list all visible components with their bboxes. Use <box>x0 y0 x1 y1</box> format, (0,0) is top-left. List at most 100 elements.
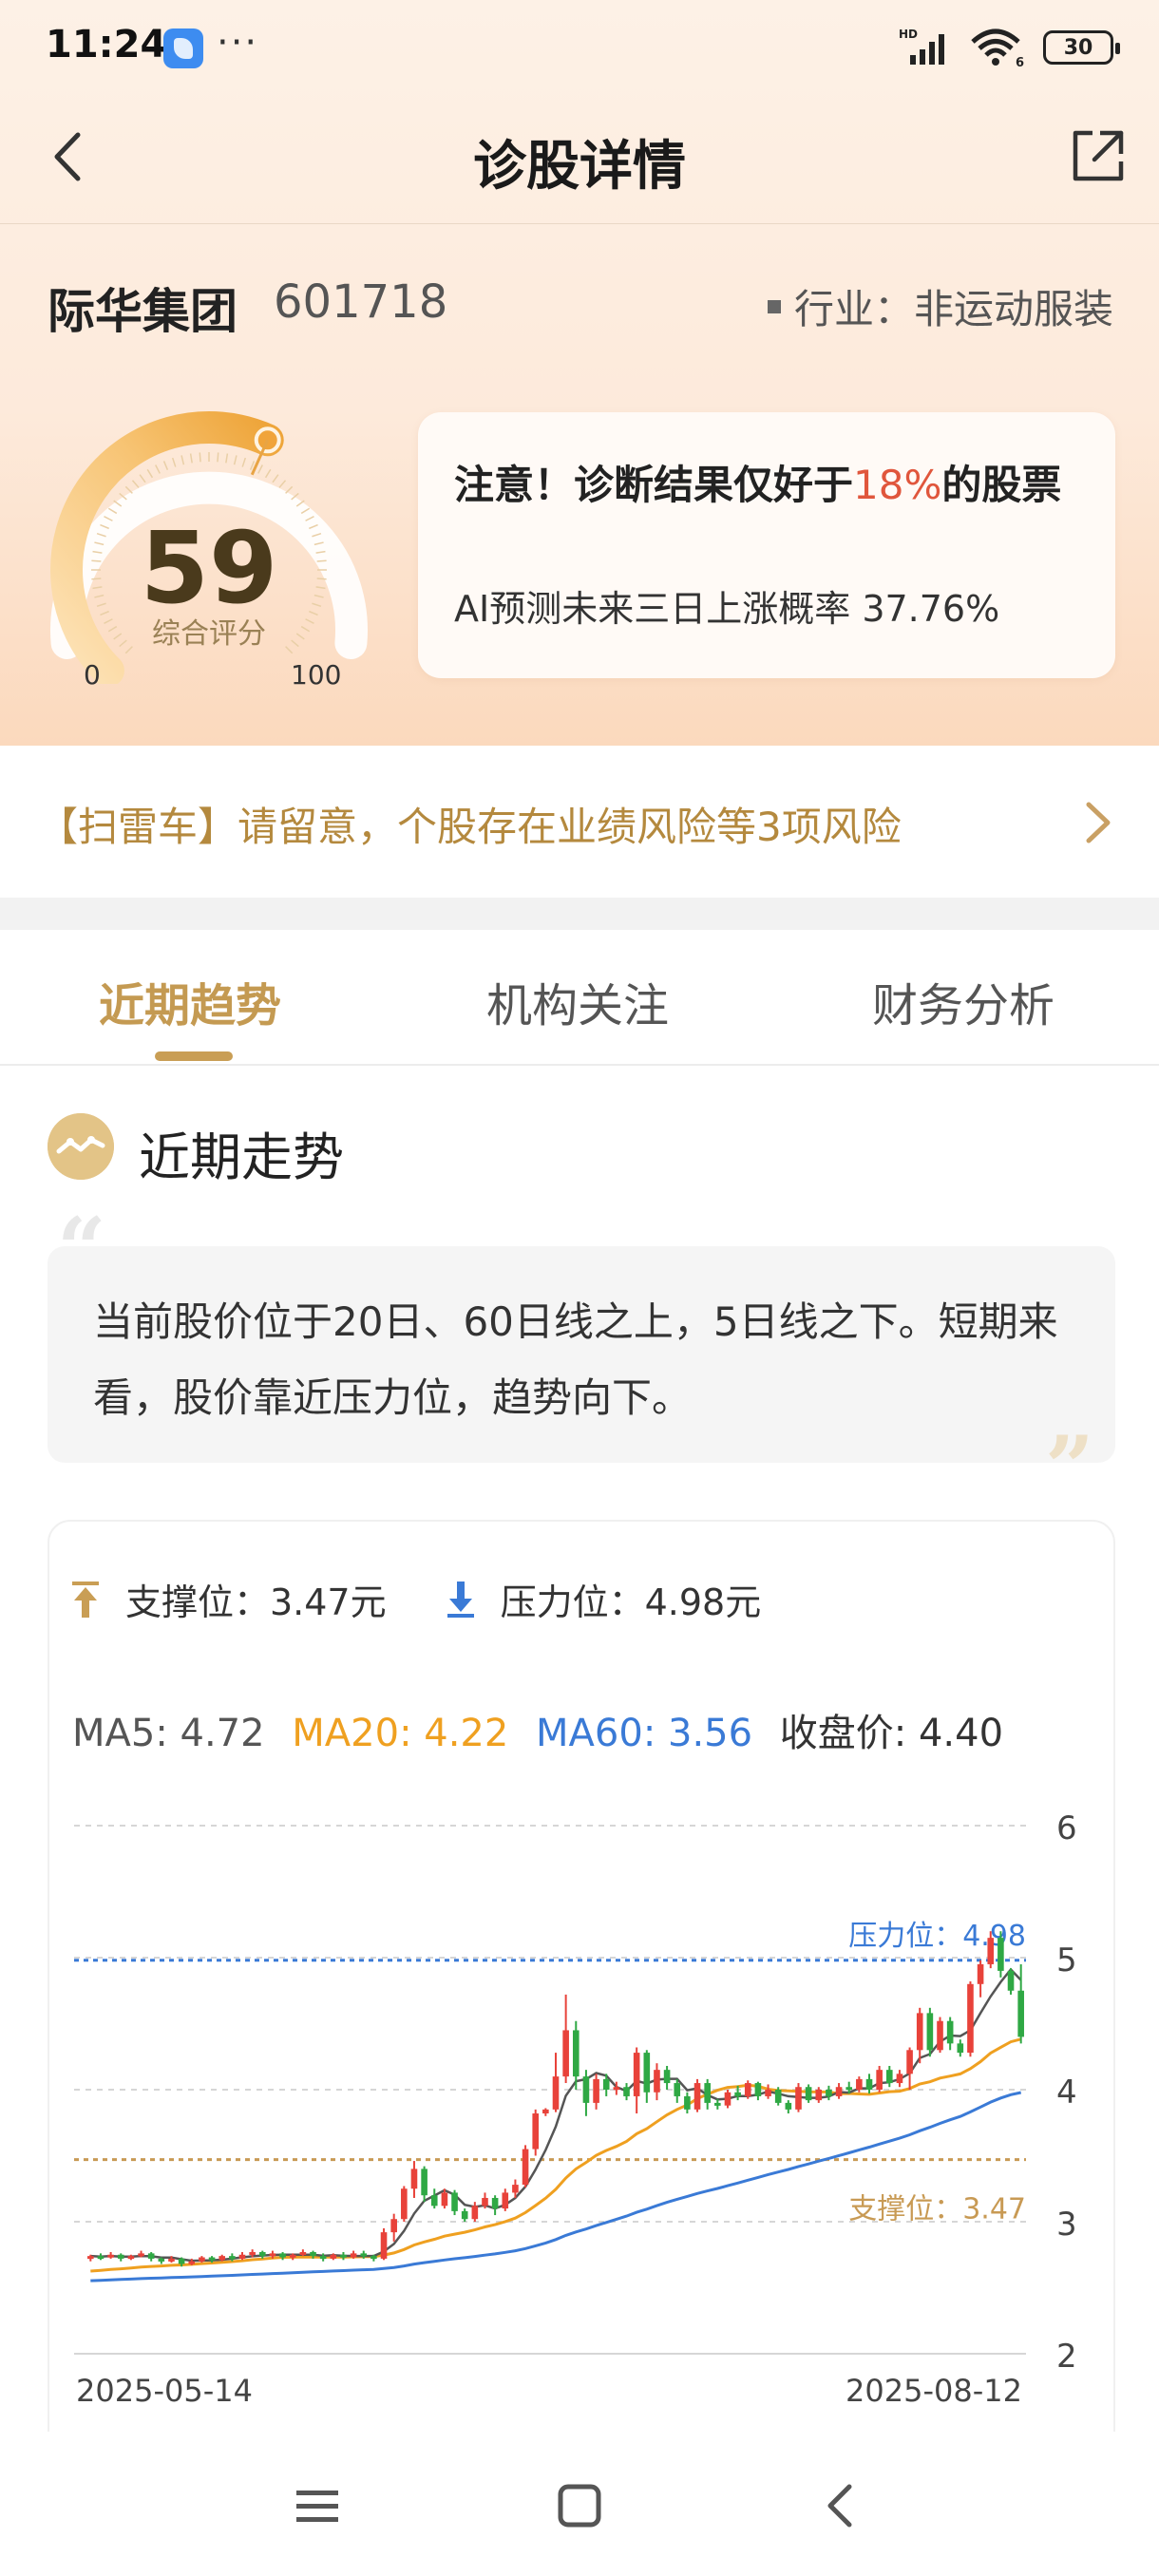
candle-body <box>593 2078 599 2103</box>
quote-close-icon: ” <box>1045 1417 1094 1518</box>
candle-body <box>390 2219 397 2233</box>
network-label: HD <box>899 28 918 41</box>
candle-body <box>471 2206 479 2220</box>
diagnosis-highlight: 18% <box>853 462 942 508</box>
support-label: 支撑位：3.47元 <box>125 1582 387 1623</box>
gauge-min: 0 <box>84 659 101 691</box>
candle-body <box>795 2087 802 2110</box>
candle-body <box>430 2195 438 2207</box>
battery-icon: 30 <box>1043 30 1120 65</box>
chart-card: 支撑位：3.47元 压力位：4.98元 MA5: 4.72 MA20: 4.22… <box>48 1520 1115 2527</box>
candle-body <box>946 2020 954 2044</box>
candle-body <box>482 2197 488 2207</box>
candle-body <box>846 2087 853 2091</box>
candle-body <box>360 2253 368 2257</box>
gauge-tick <box>155 464 161 474</box>
gauge-tick <box>285 485 294 494</box>
page-title: 诊股详情 <box>473 136 686 198</box>
candle-body <box>340 2254 347 2258</box>
candle-body <box>542 2109 549 2114</box>
back-icon[interactable] <box>813 2477 870 2534</box>
ma60-value: MA60: 3.56 <box>536 1712 753 1755</box>
candle-body <box>279 2253 286 2258</box>
candle-body <box>199 2257 205 2262</box>
gauge-tick <box>241 457 247 467</box>
gauge-tick <box>171 457 177 467</box>
candle-body <box>734 2092 741 2096</box>
candle-body <box>380 2232 388 2259</box>
score-gauge: 59 综合评分 <box>38 399 380 688</box>
candle-body <box>805 2087 812 2101</box>
candle-body <box>835 2087 843 2096</box>
home-icon[interactable] <box>551 2477 608 2534</box>
gauge-max: 100 <box>291 659 342 691</box>
candle-body <box>714 2102 721 2106</box>
candle-body <box>663 2070 671 2084</box>
industry-label: 行业：非运动服装 <box>793 286 1113 332</box>
y-tick-label: 4 <box>1056 2074 1077 2112</box>
candlestick-chart[interactable]: 65432压力位：4.98支撑位：3.472025-05-14 2025-08-1… <box>49 1778 1115 2527</box>
gauge-tick <box>225 453 229 464</box>
gauge-tick <box>131 480 140 488</box>
candle-body <box>957 2043 964 2054</box>
candle-body <box>319 2256 327 2260</box>
trend-summary-box: 当前股价位于20日、60日线之上，5日线之下。短期来看，股价靠近压力位，趋势向下… <box>48 1246 1115 1463</box>
risk-scan-bar[interactable]: 【扫雷车】请留意，个股存在业绩风险等3项风险 <box>0 746 1159 898</box>
candle-body <box>937 2020 943 2051</box>
candle-body <box>532 2113 540 2150</box>
tab-institution-focus[interactable]: 机构关注 <box>486 968 669 1034</box>
ma20-value: MA20: 4.22 <box>292 1712 509 1755</box>
x-tick-label: 2025-05-14 <box>76 2373 253 2409</box>
candle-body <box>401 2188 408 2220</box>
candle-body <box>684 2095 691 2110</box>
system-nav-bar <box>0 2432 1159 2576</box>
candle-body <box>613 2087 620 2091</box>
y-tick-label: 3 <box>1056 2206 1077 2244</box>
share-icon[interactable] <box>1064 123 1130 190</box>
industry-tag[interactable]: 行业：非运动服装 <box>767 277 1113 335</box>
candle-body <box>876 2070 883 2090</box>
candle-body <box>815 2090 823 2101</box>
close-price-value: 收盘价: 4.40 <box>779 1712 1004 1755</box>
candle-body <box>926 2013 934 2051</box>
resistance-label: 压力位：4.98元 <box>500 1582 762 1623</box>
candle-body <box>754 2083 762 2096</box>
candle-body <box>87 2256 94 2260</box>
candle-body <box>258 2251 266 2257</box>
candle-body <box>865 2078 873 2090</box>
candle-body <box>127 2256 135 2260</box>
gauge-score: 59 <box>140 510 278 626</box>
tab-indicator <box>155 1051 233 1061</box>
candle-body <box>785 2102 792 2110</box>
gauge-label: 综合评分 <box>152 617 266 651</box>
candle-body <box>552 2076 560 2110</box>
tab-recent-trend[interactable]: 近期趋势 <box>99 968 281 1034</box>
support-resistance-row: 支撑位：3.47元 压力位：4.98元 <box>66 1573 761 1625</box>
gauge-tick <box>278 480 287 488</box>
diagnosis-card: 注意！诊断结果仅好于18%的股票 AI预测未来三日上涨概率 37.76% <box>418 412 1115 678</box>
tab-financial-analysis[interactable]: 财务分析 <box>872 968 1054 1034</box>
candle-body <box>491 2197 499 2209</box>
candle-body <box>97 2256 104 2260</box>
candle-body <box>117 2254 124 2259</box>
candle-body <box>744 2083 751 2096</box>
menu-icon[interactable] <box>289 2477 346 2534</box>
candle-body <box>330 2254 337 2259</box>
section-title: 近期走势 <box>139 1127 344 1187</box>
candle-body <box>441 2192 448 2207</box>
gauge-tick <box>162 461 169 470</box>
gauge-tick <box>124 485 133 494</box>
gauge-tick <box>139 474 146 483</box>
candle-body <box>916 2013 923 2051</box>
candle-body <box>704 2083 711 2103</box>
tab-bar: 近期趋势 机构关注 财务分析 <box>0 930 1159 1066</box>
diagnosis-text: 注意！诊断结果仅好于18%的股票 <box>454 458 1081 513</box>
y-tick-label: 2 <box>1056 2338 1077 2376</box>
stock-name: 际华集团 <box>48 284 238 339</box>
candle-body <box>724 2092 732 2106</box>
candle-body <box>826 2090 832 2096</box>
trend-icon <box>48 1113 114 1180</box>
status-icons: HD 6 30 <box>897 27 1120 68</box>
candle-body <box>977 1963 984 1984</box>
candle-body <box>906 2050 913 2074</box>
